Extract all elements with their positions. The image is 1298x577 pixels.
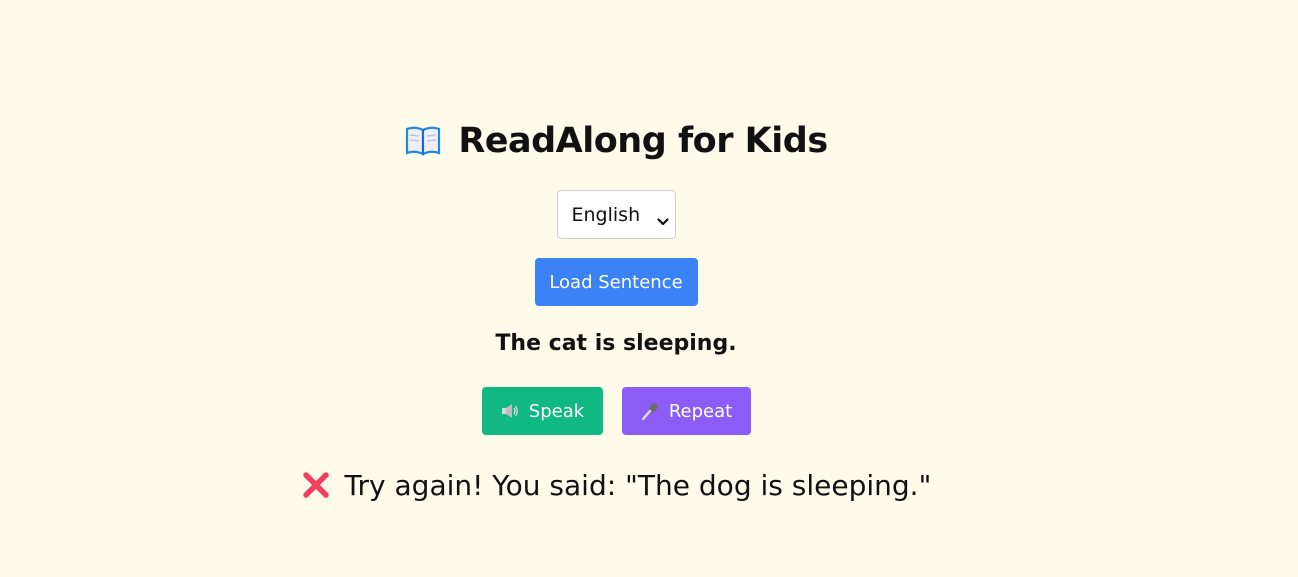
result-message-text: Try again! You said: "The dog is sleepin… — [344, 468, 932, 502]
app-container: ReadAlong for Kids English Load Sentence… — [0, 0, 1232, 577]
language-select-value: English — [571, 203, 641, 226]
cross-mark-icon — [301, 470, 331, 500]
speaker-icon — [500, 401, 520, 421]
microphone-icon — [640, 401, 660, 421]
chevron-down-icon — [656, 211, 669, 225]
open-book-icon — [404, 125, 442, 157]
load-sentence-button[interactable]: Load Sentence — [534, 258, 698, 306]
speak-button[interactable]: Speak — [481, 387, 603, 435]
result-message: Try again! You said: "The dog is sleepin… — [301, 465, 932, 505]
page-title-text: ReadAlong for Kids — [458, 121, 828, 161]
sentence-text: The cat is sleeping. — [495, 330, 737, 356]
repeat-button-label: Repeat — [668, 400, 733, 422]
repeat-button[interactable]: Repeat — [621, 387, 751, 435]
action-buttons: Speak Repeat — [481, 387, 751, 435]
language-select[interactable]: English — [556, 190, 676, 239]
page-title: ReadAlong for Kids — [404, 119, 828, 163]
speak-button-label: Speak — [528, 400, 585, 422]
